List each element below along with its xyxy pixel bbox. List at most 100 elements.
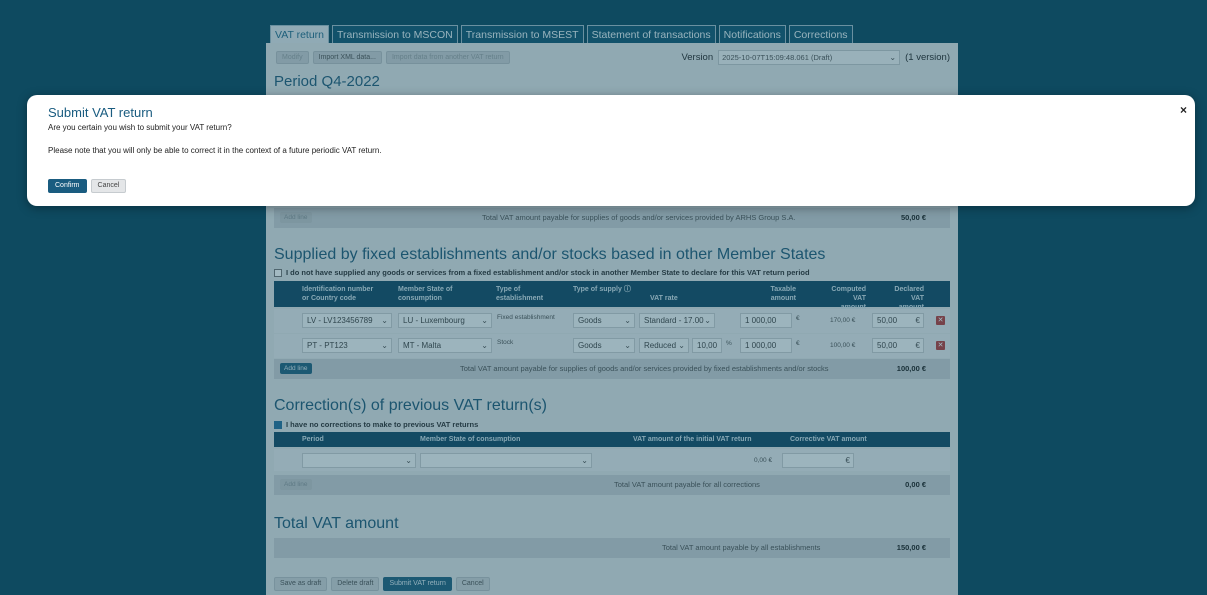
chevron-down-icon: ⌄	[624, 341, 631, 350]
establishment-type: Fixed establishment	[497, 314, 555, 321]
establishment-type: Stock	[497, 339, 514, 346]
version-select[interactable]: 2025-10-07T15:09:48.061 (Draft) ⌄	[718, 50, 901, 65]
corrective-vat-input[interactable]: €	[782, 453, 854, 468]
identification-select[interactable]: PT - PT123 ⌄	[302, 338, 392, 353]
col-member-state: Member State of consumption	[398, 286, 453, 302]
chevron-down-icon: ⌄	[581, 456, 588, 465]
total-amount: 0,00 €	[905, 480, 926, 489]
supply-type-select[interactable]: Goods ⌄	[573, 338, 635, 353]
info-icon: ⓘ	[623, 286, 631, 293]
declared-vat-input[interactable]: 50,00 €	[872, 313, 924, 328]
table-row: PT - PT123 ⌄ MT - Malta ⌄ Stock Goods ⌄ Red…	[274, 334, 950, 358]
col-declared-vat: Declared VAT amount	[894, 286, 924, 311]
computed-vat: 170,00 €	[830, 317, 856, 324]
member-state-select[interactable]: LU - Luxembourg ⌄	[398, 313, 492, 328]
version-selector: Version 2025-10-07T15:09:48.061 (Draft) …	[681, 50, 950, 65]
add-line-button[interactable]: Add line	[280, 479, 312, 490]
version-label: Version	[681, 52, 714, 63]
computed-vat: 100,00 €	[830, 342, 856, 349]
chevron-down-icon: ⌄	[678, 341, 685, 350]
checkbox[interactable]	[274, 268, 282, 277]
delete-row-icon[interactable]: ✕	[936, 316, 945, 325]
chevron-down-icon: ⌄	[624, 316, 631, 325]
tab-transmission-msest[interactable]: Transmission to MSEST	[460, 25, 584, 43]
vat-rate-select[interactable]: Reduced ⌄	[639, 338, 689, 353]
taxable-amount-input[interactable]: 1 000,00	[740, 338, 792, 353]
table-row: ⌄ ⌄ 0,00 € €	[274, 449, 950, 471]
declared-vat-input[interactable]: 50,00 €	[872, 338, 924, 353]
checkbox-checked[interactable]	[274, 420, 282, 429]
dialog-note: Please note that you will only be able t…	[48, 146, 382, 155]
add-line-button[interactable]: Add line	[280, 363, 312, 374]
total-label: Total VAT amount payable for all correct…	[614, 480, 760, 489]
chevron-down-icon: ⌄	[481, 316, 488, 325]
section-title-fixed-establishments: Supplied by fixed establishments and/or …	[274, 246, 826, 263]
tab-corrections[interactable]: Corrections	[788, 25, 853, 43]
col-computed-vat: Computed VAT amount	[831, 286, 866, 311]
chevron-down-icon: ⌄	[889, 53, 897, 62]
tab-transmission-mscon[interactable]: Transmission to MSCON	[332, 25, 458, 43]
identification-select[interactable]: LV - LV123456789 ⌄	[302, 313, 392, 328]
initial-vat-amount: 0,00 €	[754, 457, 773, 464]
page-title: Period Q4-2022	[274, 73, 380, 90]
total-label: Total VAT amount payable for supplies of…	[460, 364, 829, 373]
close-icon[interactable]: ×	[1180, 103, 1187, 117]
corrections-total-bar: Add line Total VAT amount payable for al…	[274, 475, 950, 495]
total-amount: 50,00 €	[900, 213, 926, 222]
tab-statement-of-transactions[interactable]: Statement of transactions	[586, 25, 716, 43]
total-amount: 150,00 €	[896, 543, 926, 552]
tab-notifications[interactable]: Notifications	[718, 25, 786, 43]
add-line-button[interactable]: Add line	[280, 212, 312, 223]
dialog-question: Are you certain you wish to submit your …	[48, 123, 232, 132]
save-draft-button[interactable]: Save as draft	[274, 577, 328, 591]
tab-vat-return[interactable]: VAT return	[270, 25, 330, 43]
import-other-return-button[interactable]: Import data from another VAT return	[385, 51, 510, 64]
delete-row-icon[interactable]: ✕	[936, 341, 945, 350]
col-corrective-vat: Corrective VAT amount	[790, 436, 867, 443]
confirm-button[interactable]: Confirm	[48, 179, 87, 193]
no-corrections-checkbox-row[interactable]: I have no corrections to make to previou…	[274, 420, 478, 429]
member-state-select[interactable]: MT - Malta ⌄	[398, 338, 492, 353]
total-amount: 100,00 €	[896, 364, 926, 373]
fixed-table-header: Identification number or Country code Me…	[274, 281, 950, 311]
modify-button[interactable]: Modify	[276, 51, 309, 64]
delete-draft-button[interactable]: Delete draft	[331, 577, 380, 591]
chevron-down-icon: ⌄	[381, 341, 388, 350]
vat-rate-select[interactable]: Standard - 17.00 ⌄	[639, 313, 715, 328]
vat-rate-percent-input[interactable]: 10,00	[692, 338, 722, 353]
version-count: (1 version)	[905, 52, 950, 63]
chevron-down-icon: ⌄	[405, 456, 412, 465]
table-row: LV - LV123456789 ⌄ LU - Luxembourg ⌄ Fixed…	[274, 309, 950, 333]
chevron-down-icon: ⌄	[381, 316, 388, 325]
section-title-corrections: Correction(s) of previous VAT return(s)	[274, 397, 547, 414]
chevron-down-icon: ⌄	[704, 316, 711, 325]
submit-vat-return-button[interactable]: Submit VAT return	[383, 577, 452, 591]
import-xml-button[interactable]: Import XML data...	[312, 51, 382, 64]
cancel-button[interactable]: Cancel	[455, 577, 490, 591]
col-initial-vat: VAT amount of the initial VAT return	[633, 436, 752, 443]
chevron-down-icon: ⌄	[481, 341, 488, 350]
grand-total-bar: Total VAT amount payable by all establis…	[274, 538, 950, 558]
taxable-amount-input[interactable]: 1 000,00	[740, 313, 792, 328]
section-title-total-vat: Total VAT amount	[274, 515, 399, 532]
submit-vat-return-dialog: Submit VAT return × Are you certain you …	[27, 95, 1195, 206]
col-establishment-type: Type of establishment	[496, 286, 544, 302]
period-select[interactable]: ⌄	[302, 453, 416, 468]
member-state-select[interactable]: ⌄	[420, 453, 592, 468]
dialog-actions: Confirm Cancel	[48, 179, 127, 193]
euro-symbol: €	[796, 340, 800, 347]
col-taxable-amount: Taxable amount	[770, 286, 796, 302]
no-fixed-establishment-checkbox-row[interactable]: I do not have supplied any goods or serv…	[274, 268, 810, 277]
col-supply-type: Type of supply ⓘ	[573, 286, 631, 293]
col-period: Period	[302, 436, 324, 443]
toolbar: Modify Import XML data... Import data fr…	[276, 51, 510, 64]
col-member-state: Member State of consumption	[420, 436, 521, 443]
total-label: Total VAT amount payable for supplies of…	[482, 213, 796, 222]
cancel-button[interactable]: Cancel	[90, 179, 127, 193]
total-label: Total VAT amount payable by all establis…	[662, 543, 821, 552]
percent-symbol: %	[726, 340, 732, 347]
own-supplies-total-bar: Add line Total VAT amount payable for su…	[274, 208, 950, 228]
col-identification: Identification number or Country code	[302, 286, 374, 302]
supply-type-select[interactable]: Goods ⌄	[573, 313, 635, 328]
form-actions: Save as draft Delete draft Submit VAT re…	[274, 577, 490, 591]
